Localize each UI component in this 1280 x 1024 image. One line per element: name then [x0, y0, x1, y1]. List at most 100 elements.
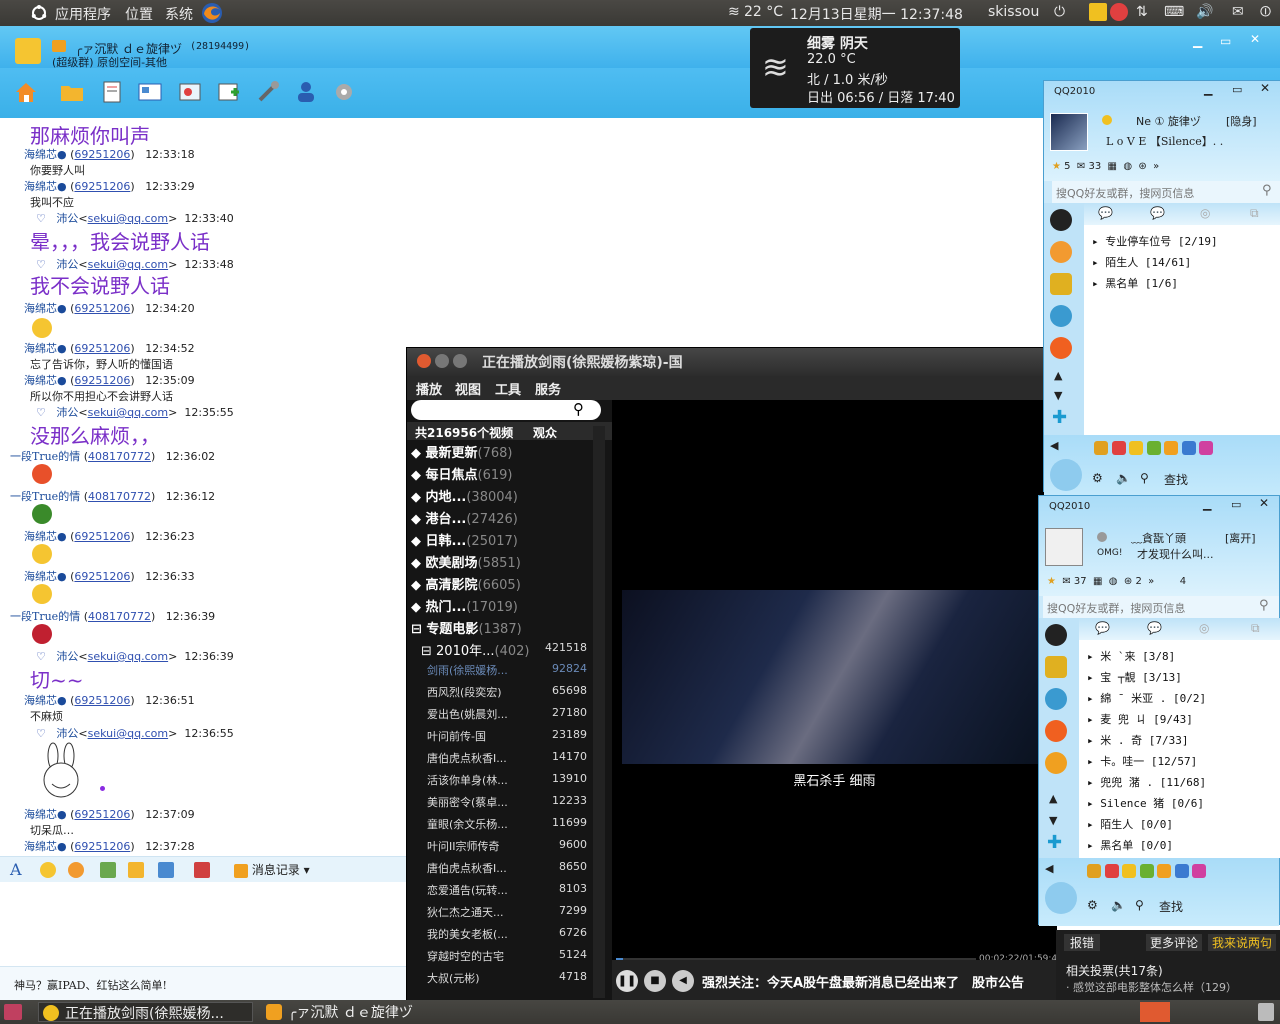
block-icon[interactable]: [194, 862, 210, 878]
search-icon[interactable]: ⚲: [1262, 183, 1272, 198]
collapse-icon[interactable]: ◀: [1050, 439, 1058, 452]
find-icon[interactable]: ⚲: [1135, 898, 1144, 912]
video-frame[interactable]: [622, 590, 1057, 764]
group-item[interactable]: ▸ 兜兜 潴 . [11/68]: [1087, 774, 1206, 790]
sound-icon[interactable]: 🔈: [1111, 898, 1126, 912]
pause-button[interactable]: ❚❚: [616, 970, 638, 992]
sender-id-link[interactable]: 408170772: [88, 610, 151, 623]
close-button[interactable]: ✕: [1259, 496, 1269, 510]
video-item[interactable]: 我的美女老板(... 6726: [427, 926, 587, 942]
menu-service[interactable]: 服务: [535, 379, 561, 398]
video-item[interactable]: 西风烈(段奕宏) 65698: [427, 684, 587, 700]
video-item[interactable]: 狄仁杰之通天... 7299: [427, 904, 587, 920]
search-icon[interactable]: ⚲: [573, 400, 584, 418]
app-icons-row[interactable]: [1094, 441, 1213, 455]
tab-more[interactable]: ⧉: [1251, 621, 1260, 636]
group-item[interactable]: ▸ 卡。哇一 [12/57]: [1087, 753, 1197, 769]
video-item[interactable]: 活该你单身(林... 13910: [427, 772, 587, 788]
qq-menu-button[interactable]: [1050, 459, 1082, 491]
group-item[interactable]: ▸ 黑名单 [0/0]: [1087, 837, 1173, 853]
ad-text[interactable]: 神马？赢IPAD、红钻这么简单!: [14, 977, 167, 993]
sidebar-scrollbar[interactable]: [593, 426, 605, 998]
search-icon[interactable]: ⚲: [1259, 598, 1269, 613]
ubuntu-logo-icon[interactable]: [30, 4, 48, 22]
message-record-button[interactable]: 消息记录 ▾: [234, 861, 310, 878]
menu-view[interactable]: 视图: [455, 379, 481, 398]
status-icon[interactable]: [1097, 532, 1107, 542]
firefox-icon[interactable]: [201, 2, 223, 24]
group-item[interactable]: ▸ Silence 猪 [0/6]: [1087, 795, 1204, 811]
qq-penguin-icon[interactable]: [1050, 209, 1072, 231]
group-item[interactable]: ▸ 米 . 奇 [7/33]: [1087, 732, 1189, 748]
tab-recent[interactable]: ◎: [1199, 621, 1209, 635]
find-button[interactable]: 查找: [1164, 471, 1188, 488]
sender-id-link[interactable]: 69251206: [74, 530, 130, 543]
close-button[interactable]: [417, 354, 431, 368]
qq-space-icon[interactable]: [1045, 656, 1067, 678]
magic-emoticon-icon[interactable]: [68, 862, 84, 878]
maximize-button[interactable]: ▭: [1231, 498, 1241, 511]
gift-icon[interactable]: [128, 862, 144, 878]
sender-id-link[interactable]: 69251206: [74, 374, 130, 387]
user-menu[interactable]: skissou: [988, 4, 1039, 20]
qq-space-icon[interactable]: [1050, 273, 1072, 295]
sender-id-link[interactable]: 69251206: [74, 342, 130, 355]
category-item[interactable]: ◆ 热门...(17019): [411, 596, 518, 615]
poll-item[interactable]: · 感觉这部电影整体怎么样（129）: [1066, 979, 1237, 995]
group-item[interactable]: ▸ 陌生人 [14/61]: [1092, 254, 1191, 270]
close-button[interactable]: ✕: [1260, 81, 1270, 95]
volume-button[interactable]: ◀: [672, 970, 694, 992]
temperature[interactable]: 22 °C: [744, 4, 783, 20]
message-input[interactable]: [0, 882, 410, 966]
sender-email-link[interactable]: sekui@qq.com: [88, 212, 169, 225]
add-icon[interactable]: [215, 78, 243, 106]
scroll-down-icon[interactable]: ▼: [1054, 389, 1062, 402]
video-item[interactable]: 叶问前传-国 23189: [427, 728, 587, 744]
minimize-button[interactable]: ▁: [1203, 498, 1211, 511]
maximize-button[interactable]: [453, 354, 467, 368]
qq-weibo-icon[interactable]: [1045, 688, 1067, 710]
image-icon[interactable]: [100, 862, 116, 878]
qq-tray-icon-2[interactable]: [1110, 3, 1128, 21]
maximize-button[interactable]: ▭: [1220, 34, 1231, 48]
group-item[interactable]: ▸ 专业停车位号 [2/19]: [1092, 233, 1218, 249]
tab-more[interactable]: ⧉: [1250, 206, 1259, 221]
show-desktop-icon[interactable]: [4, 1004, 22, 1020]
tab-groups[interactable]: 💬: [1147, 621, 1162, 635]
folder-icon[interactable]: [58, 78, 86, 106]
qq-menu-button[interactable]: [1045, 882, 1077, 914]
category-item[interactable]: ◆ 港台...(27426): [411, 508, 518, 527]
signature[interactable]: 才发现什么叫...: [1137, 546, 1214, 562]
video-item[interactable]: 美丽密令(蔡卓... 12233: [427, 794, 587, 810]
avatar[interactable]: [1050, 113, 1088, 151]
qq-search-input[interactable]: 搜QQ好友或群，搜网页信息 ⚲: [1043, 596, 1279, 618]
sender-id-link[interactable]: 69251206: [74, 148, 130, 161]
video-item[interactable]: 穿越时空的古宅 5124: [427, 948, 587, 964]
applications-menu[interactable]: 应用程序: [55, 4, 111, 24]
find-button[interactable]: 查找: [1159, 898, 1183, 915]
trash-icon[interactable]: [1258, 1003, 1274, 1021]
group-item[interactable]: ▸ 綿 ¯ 米亚 . [0/2]: [1087, 690, 1206, 706]
category-item[interactable]: ◆ 最新更新(768): [411, 442, 513, 461]
qq-pai-icon[interactable]: [1050, 337, 1072, 359]
qq-tray-icon[interactable]: [1089, 3, 1107, 21]
sender-id-link[interactable]: 69251206: [74, 570, 130, 583]
tab-friends[interactable]: 💬: [1098, 206, 1113, 220]
screenshot-icon[interactable]: [158, 862, 174, 878]
clock[interactable]: 12月13日星期一 12:37:48: [790, 4, 963, 24]
video-item[interactable]: 恋爱通告(玩转... 8103: [427, 882, 587, 898]
video-item[interactable]: 叶问II宗师传奇 9600: [427, 838, 587, 854]
minimize-button[interactable]: ▁: [1204, 83, 1212, 96]
find-icon[interactable]: ⚲: [1140, 471, 1149, 485]
sender-id-link[interactable]: 69251206: [74, 302, 130, 315]
tab-recent[interactable]: ◎: [1200, 206, 1210, 220]
category-item[interactable]: ◆ 每日焦点(619): [411, 464, 513, 483]
scroll-up-icon[interactable]: ▲: [1054, 369, 1062, 382]
gear-icon[interactable]: ⚙: [1087, 898, 1098, 912]
qq-penguin-icon[interactable]: [1045, 624, 1067, 646]
stop-button[interactable]: ■: [644, 970, 666, 992]
close-button[interactable]: ✕: [1250, 32, 1260, 46]
workspace-switcher[interactable]: [1140, 1002, 1170, 1022]
menu-play[interactable]: 播放: [416, 379, 442, 398]
category-item[interactable]: ◆ 日韩...(25017): [411, 530, 518, 549]
